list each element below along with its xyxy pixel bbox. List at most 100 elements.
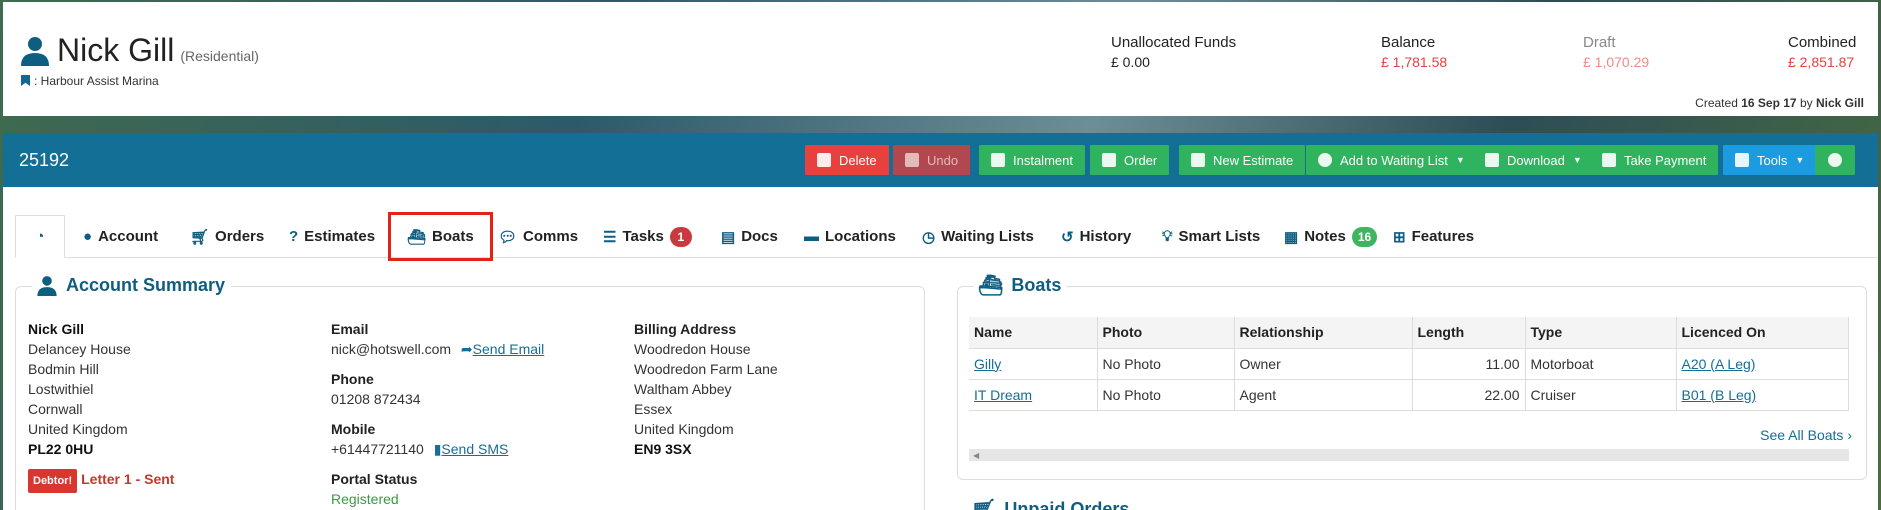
horizontal-scrollbar[interactable]: ◀ (969, 449, 1849, 461)
dashboard-icon: ◔ (35, 228, 45, 245)
wand-icon (1735, 153, 1749, 167)
boat-name-link[interactable]: Gilly (974, 356, 1001, 372)
col-name[interactable]: Name (969, 317, 1098, 349)
customer-header: Nick Gill (Residential) : Harbour Assist … (3, 2, 1878, 116)
user-icon: ● (83, 228, 93, 245)
tab-history[interactable]: ↺ History (1061, 215, 1131, 258)
tab-account[interactable]: ● Account (83, 215, 158, 258)
unallocated-funds: Unallocated Funds £ 0.00 (1111, 34, 1237, 70)
gear-icon (1828, 153, 1842, 167)
tab-waiting-lists[interactable]: ◷ Waiting Lists (922, 215, 1034, 258)
boat-icon: ⛴︎ (978, 275, 1004, 297)
portal-status: Registered (331, 491, 399, 507)
tab-notes[interactable]: ▦ Notes 16 (1284, 215, 1378, 258)
email-value: nick@hotswell.com (331, 341, 452, 357)
col-type[interactable]: Type (1525, 317, 1677, 349)
delete-button[interactable]: Delete (805, 145, 889, 175)
chat-icon: 💬︎ (498, 228, 518, 246)
new-estimate-button[interactable]: New Estimate (1179, 145, 1306, 175)
boat-photo: No Photo (1097, 348, 1235, 380)
bulb-icon: 💡︎ (1162, 228, 1173, 245)
tab-docs[interactable]: ▤ Docs (721, 215, 778, 258)
person-icon (21, 37, 49, 66)
col-photo[interactable]: Photo (1097, 317, 1235, 349)
created-info: Created 16 Sep 17 by Nick Gill (1695, 96, 1864, 110)
tasks-count-badge: 1 (669, 226, 692, 247)
chevron-right-icon: › (1847, 427, 1852, 443)
licence-link[interactable]: A20 (A Leg) (1682, 356, 1756, 372)
combined: Combined £ 2,851.87 (1788, 34, 1857, 70)
letter-status: Letter 1 - Sent (81, 471, 175, 487)
tools-button[interactable]: Tools ▼ (1723, 145, 1817, 175)
account-number: 25192 (19, 150, 70, 170)
undo-icon (905, 153, 919, 167)
boat-relationship: Owner (1234, 348, 1413, 380)
undo-button[interactable]: Undo (893, 145, 971, 175)
boat-relationship: Agent (1234, 379, 1413, 411)
unpaid-orders-title: 🛒︎ Unpaid Orders (971, 497, 1129, 510)
settings-button[interactable] (1815, 145, 1855, 175)
contact-details: Email nick@hotswell.com ➦Send Email Phon… (331, 321, 545, 507)
download-icon (1485, 153, 1499, 167)
boat-length: 11.00 (1412, 348, 1526, 380)
customer-name: Nick Gill (Residential) (57, 32, 259, 68)
tab-orders[interactable]: 🛒︎ Orders (190, 215, 264, 258)
download-button[interactable]: Download ▼ (1473, 145, 1594, 175)
take-payment-button[interactable]: Take Payment (1590, 145, 1719, 175)
col-length[interactable]: Length (1412, 317, 1526, 349)
tab-features[interactable]: ⊞ Features (1393, 215, 1474, 258)
col-relationship[interactable]: Relationship (1234, 317, 1413, 349)
col-licenced-on[interactable]: Licenced On (1676, 317, 1849, 349)
question-icon (1191, 153, 1205, 167)
history-icon: ↺ (1061, 228, 1074, 246)
order-button[interactable]: Order (1090, 145, 1170, 175)
boat-icon: ⛴︎ (407, 228, 427, 246)
scroll-left-icon[interactable]: ◀ (973, 451, 979, 460)
bookmark-icon (21, 75, 30, 86)
trash-icon (817, 153, 831, 167)
tab-dashboard[interactable]: ◔ (15, 215, 65, 258)
tab-tasks[interactable]: ☰ Tasks 1 (603, 215, 692, 258)
customer-type: (Residential) (180, 48, 259, 64)
cart-icon: 🛒︎ (971, 499, 997, 510)
tab-smart-lists[interactable]: 💡︎ Smart Lists (1162, 215, 1260, 258)
person-icon (37, 276, 57, 296)
boat-type: Motorboat (1525, 348, 1677, 380)
clock-icon: ◷ (922, 228, 936, 246)
bed-icon: ▬ (804, 228, 819, 245)
notes-count-badge: 16 (1351, 226, 1378, 247)
content-panel: ◔ ● Account 🛒︎ Orders ? Estimates ⛴︎ Boats 💬… (3, 187, 1878, 510)
boats-panel: ⛴︎ Boats Name Photo Relationship Length … (957, 273, 1867, 480)
send-email-link[interactable]: Send Email (473, 341, 545, 357)
tab-estimates[interactable]: ? Estimates (289, 215, 375, 258)
table-row: IT Dream No Photo Agent 22.00 Cruiser B0… (969, 379, 1849, 411)
doc-icon: ▤ (721, 228, 736, 246)
account-summary-panel: Account Summary Nick Gill Delancey House… (15, 273, 925, 510)
tab-boats[interactable]: ⛴︎ Boats (388, 212, 493, 261)
question-icon: ? (289, 228, 299, 245)
refresh-icon (991, 153, 1005, 167)
draft: Draft £ 1,070.29 (1583, 34, 1650, 70)
grid-icon: ⊞ (1393, 228, 1406, 246)
boats-table: Name Photo Relationship Length Type Lice… (969, 317, 1849, 411)
licence-link[interactable]: B01 (B Leg) (1682, 387, 1757, 403)
boat-length: 22.00 (1412, 379, 1526, 411)
share-icon: ➦ (460, 341, 473, 357)
cart-icon (1102, 153, 1116, 167)
tab-bar: ◔ ● Account 🛒︎ Orders ? Estimates ⛴︎ Boats 💬… (15, 212, 1878, 261)
card-icon (1602, 153, 1616, 167)
tab-comms[interactable]: 💬︎ Comms (498, 215, 578, 258)
home-address: Nick Gill Delancey House Bodmin Hill Los… (28, 319, 174, 493)
boat-photo: No Photo (1097, 379, 1235, 411)
table-row: Gilly No Photo Owner 11.00 Motorboat A20… (969, 348, 1849, 380)
send-sms-link[interactable]: Send SMS (441, 441, 508, 457)
phone-value: 01208 872434 (331, 391, 421, 407)
see-all-boats-link[interactable]: See All Boats › (1760, 427, 1852, 443)
tab-locations[interactable]: ▬ Locations (804, 215, 896, 258)
debtor-badge: Debtor! (28, 469, 78, 493)
mobile-value: +61447721140 (331, 441, 424, 457)
add-to-waiting-list-button[interactable]: Add to Waiting List ▼ (1306, 145, 1477, 175)
boat-name-link[interactable]: IT Dream (974, 387, 1032, 403)
instalment-button[interactable]: Instalment (979, 145, 1085, 175)
account-summary-title: Account Summary (32, 273, 232, 297)
